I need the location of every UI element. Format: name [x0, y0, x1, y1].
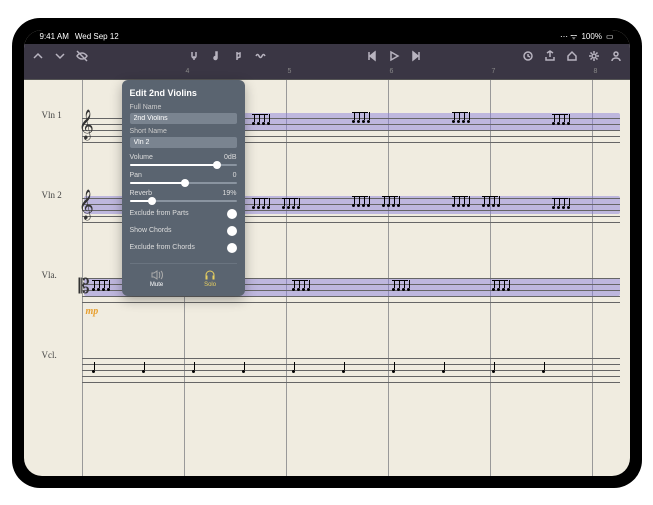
- headphones-icon: [204, 270, 216, 280]
- stave-row-vln1[interactable]: Vln 1 𝄞: [24, 88, 630, 160]
- reverb-slider[interactable]: Reverb19%: [130, 190, 237, 202]
- trill-icon[interactable]: [254, 50, 266, 62]
- ruler-mark: 6: [388, 68, 394, 75]
- toggle-icon: [227, 226, 237, 236]
- ipad-frame: 9:41 AM Wed Sep 12 ⋯ ᯤ 100% ▭ 4 5 6 7 8: [12, 18, 642, 488]
- toolbar: [24, 44, 630, 68]
- screen: 9:41 AM Wed Sep 12 ⋯ ᯤ 100% ▭ 4 5 6 7 8: [24, 30, 630, 476]
- instrument-label: Vcl.: [42, 350, 57, 360]
- skip-forward-icon[interactable]: [410, 50, 422, 62]
- clock-icon[interactable]: [522, 50, 534, 62]
- battery-icon: ▭: [606, 32, 614, 41]
- edit-instrument-panel: Edit 2nd Violins Full Name Short Name Vo…: [122, 80, 245, 296]
- battery-pct: 100%: [581, 32, 601, 41]
- volume-slider[interactable]: Volume0dB: [130, 154, 237, 166]
- hide-icon[interactable]: [76, 50, 88, 62]
- chevron-up-icon[interactable]: [32, 50, 44, 62]
- instrument-label: Vla.: [42, 270, 57, 280]
- ruler-mark: 7: [490, 68, 496, 75]
- speaker-icon: [151, 270, 163, 280]
- share-icon[interactable]: [544, 50, 556, 62]
- exclude-parts-toggle[interactable]: Exclude from Parts: [130, 209, 237, 219]
- gear-icon[interactable]: [588, 50, 600, 62]
- stave-row-vcl[interactable]: Vcl.: [24, 328, 630, 400]
- tuning-fork-icon[interactable]: [188, 50, 200, 62]
- exclude-chords-toggle[interactable]: Exclude from Chords: [130, 243, 237, 253]
- chevron-down-icon[interactable]: [54, 50, 66, 62]
- score-area[interactable]: Vln 1 𝄞 Vln 2 𝄞: [24, 80, 630, 476]
- user-icon[interactable]: [610, 50, 622, 62]
- status-time: 9:41 AM: [40, 32, 69, 41]
- ruler-mark: 5: [286, 68, 292, 75]
- ruler-mark: 4: [184, 68, 190, 75]
- panel-title: Edit 2nd Violins: [130, 88, 237, 98]
- wifi-icon: ⋯ ᯤ: [560, 31, 578, 42]
- accidental-icon[interactable]: [232, 50, 244, 62]
- home-icon[interactable]: [566, 50, 578, 62]
- pan-slider[interactable]: Pan0: [130, 172, 237, 184]
- mute-button[interactable]: Mute: [150, 270, 163, 288]
- ruler[interactable]: 4 5 6 7 8: [24, 68, 630, 80]
- notes: [82, 354, 620, 384]
- short-name-input[interactable]: [130, 137, 237, 148]
- solo-button[interactable]: Solo: [204, 270, 216, 288]
- full-name-input[interactable]: [130, 113, 237, 124]
- instrument-label: Vln 2: [42, 190, 62, 200]
- ruler-mark: 8: [592, 68, 598, 75]
- status-bar: 9:41 AM Wed Sep 12 ⋯ ᯤ 100% ▭: [24, 30, 630, 44]
- dynamic-marking: mp: [86, 306, 99, 317]
- short-name-label: Short Name: [130, 128, 237, 135]
- toggle-icon: [227, 243, 237, 253]
- full-name-label: Full Name: [130, 104, 237, 111]
- skip-back-icon[interactable]: [366, 50, 378, 62]
- stave-row-vln2[interactable]: Vln 2 𝄞: [24, 168, 630, 240]
- note-icon[interactable]: [210, 50, 222, 62]
- toggle-icon: [227, 209, 237, 219]
- play-icon[interactable]: [388, 50, 400, 62]
- stave-row-vla[interactable]: Vla. 𝄡 mp: [24, 248, 630, 320]
- show-chords-toggle[interactable]: Show Chords: [130, 226, 237, 236]
- instrument-label: Vln 1: [42, 110, 62, 120]
- status-date: Wed Sep 12: [75, 32, 119, 41]
